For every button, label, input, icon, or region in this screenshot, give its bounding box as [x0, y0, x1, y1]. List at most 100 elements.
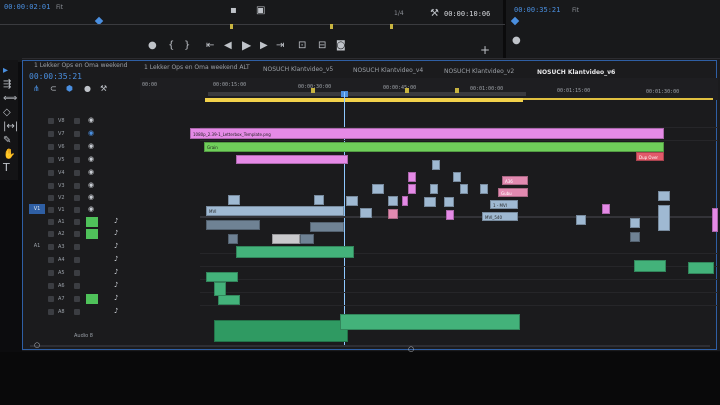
scroll-handle-left-icon[interactable]: ○: [34, 340, 40, 350]
mute-button-a2[interactable]: [86, 229, 98, 239]
track-lock-icon[interactable]: [48, 183, 54, 189]
clip-gubu[interactable]: Gubu: [498, 188, 528, 197]
nest-icon[interactable]: ⬢: [66, 84, 73, 94]
track-lock-icon[interactable]: [48, 207, 54, 213]
hand-icon[interactable]: ✋: [3, 150, 15, 160]
tab-sequence-5[interactable]: NOSUCH Klantvideo_v2: [444, 68, 514, 75]
mic-icon[interactable]: ♪: [114, 282, 118, 289]
mic-icon[interactable]: ♪: [114, 256, 118, 263]
track-lock-icon[interactable]: [48, 231, 54, 237]
sync-lock-icon[interactable]: [74, 144, 80, 150]
clip[interactable]: [630, 218, 640, 228]
mic-icon[interactable]: ♪: [114, 295, 118, 302]
clip-dup-overlay[interactable]: Dup Over: [636, 152, 664, 161]
track-lock-icon[interactable]: [48, 244, 54, 250]
timeline-settings-icon[interactable]: ⚒: [100, 84, 107, 94]
clip[interactable]: [453, 172, 461, 182]
export-frame-icon[interactable]: ▣: [256, 6, 265, 16]
audio-clip[interactable]: [630, 232, 640, 242]
sync-lock-icon[interactable]: [74, 219, 80, 225]
clip[interactable]: [576, 215, 586, 225]
track-lock-icon[interactable]: [48, 270, 54, 276]
tab-sequence-3[interactable]: NOSUCH Klantvideo_v5: [263, 66, 333, 73]
audio-clip[interactable]: [310, 222, 344, 232]
source-marker-icon[interactable]: ●: [512, 36, 521, 46]
track-lock-icon[interactable]: [48, 283, 54, 289]
go-to-out-icon[interactable]: ⇥: [276, 41, 284, 51]
mark-in-icon[interactable]: {: [168, 41, 174, 51]
mic-icon[interactable]: ♪: [114, 230, 118, 237]
audio-clip[interactable]: [206, 220, 260, 230]
track-select-icon[interactable]: ⇶: [3, 80, 11, 90]
audio-clip[interactable]: [272, 234, 300, 244]
sync-lock-icon[interactable]: [74, 170, 80, 176]
clip[interactable]: [402, 196, 408, 206]
clip[interactable]: [444, 197, 454, 207]
track-lock-icon[interactable]: [48, 118, 54, 124]
audio-clip[interactable]: [206, 272, 238, 282]
clip[interactable]: [480, 184, 488, 194]
mini-timeline[interactable]: [0, 24, 505, 25]
eye-icon[interactable]: ◉: [88, 156, 94, 163]
step-back-icon[interactable]: ◀: [224, 41, 232, 51]
add-marker-icon[interactable]: ●: [148, 41, 157, 51]
clip[interactable]: [408, 172, 416, 182]
sync-lock-icon[interactable]: [74, 283, 80, 289]
clip-grain[interactable]: Grain: [204, 142, 664, 152]
marker-add-icon[interactable]: ●: [84, 84, 91, 94]
timeline-timecode[interactable]: 00:00:35:21: [29, 72, 82, 81]
pen-icon[interactable]: ✎: [3, 136, 11, 146]
clip[interactable]: [430, 184, 438, 194]
slip-icon[interactable]: |↔|: [3, 122, 18, 132]
audio-clip[interactable]: [228, 234, 238, 244]
fit-dropdown[interactable]: Fit: [56, 4, 63, 11]
audio-clip[interactable]: [688, 262, 714, 274]
sync-lock-icon[interactable]: [74, 131, 80, 137]
add-button-icon[interactable]: +: [480, 44, 490, 56]
mic-icon[interactable]: ♪: [114, 243, 118, 250]
audio-clip-music[interactable]: [214, 320, 348, 342]
horizontal-scrollbar[interactable]: [30, 345, 710, 347]
mic-icon[interactable]: ♪: [114, 308, 118, 315]
track-lock-icon[interactable]: [48, 257, 54, 263]
clip-v1-main[interactable]: MVI: [206, 206, 344, 216]
clip[interactable]: [424, 197, 436, 207]
clip-letterbox[interactable]: 1080p_2.39-1_Letterbox_Template.png: [190, 128, 664, 139]
clip[interactable]: [432, 160, 440, 170]
clip[interactable]: [360, 208, 372, 218]
track-lock-icon[interactable]: [48, 157, 54, 163]
clip-pink[interactable]: [236, 155, 348, 164]
tab-sequence-2[interactable]: 1 Lekker Ops en Oma weekend ALT: [144, 64, 250, 71]
audio-clip[interactable]: [218, 295, 240, 305]
source-patch-a1[interactable]: A1: [29, 241, 45, 251]
selection-tool-icon[interactable]: ▸: [3, 66, 8, 76]
sync-lock-icon[interactable]: [74, 244, 80, 250]
eye-icon[interactable]: ◉: [88, 130, 94, 137]
source-fit-dropdown[interactable]: Fit: [572, 7, 579, 14]
mute-button-a1[interactable]: [86, 217, 98, 227]
track-lock-icon[interactable]: [48, 170, 54, 176]
track-lock-icon[interactable]: [48, 144, 54, 150]
clip[interactable]: [658, 205, 670, 231]
eye-icon[interactable]: ◉: [88, 206, 94, 213]
clip[interactable]: [446, 210, 454, 220]
sync-lock-icon[interactable]: [74, 183, 80, 189]
clip-mvi-b[interactable]: 1 - MVI: [490, 200, 518, 209]
sync-lock-icon[interactable]: [74, 270, 80, 276]
sync-lock-icon[interactable]: [74, 118, 80, 124]
step-forward-icon[interactable]: ▶: [260, 41, 268, 51]
mute-button-a7[interactable]: [86, 294, 98, 304]
work-area-bar[interactable]: [205, 98, 523, 102]
settings-icon[interactable]: ▪: [230, 6, 237, 16]
track-lock-icon[interactable]: [48, 219, 54, 225]
track-lock-icon[interactable]: [48, 309, 54, 315]
clip-a36[interactable]: A36: [502, 176, 528, 185]
snap-icon[interactable]: ⋔: [33, 84, 40, 94]
clip[interactable]: [388, 196, 398, 206]
sync-lock-icon[interactable]: [74, 257, 80, 263]
source-timecode[interactable]: 00:00:35:21: [514, 6, 560, 14]
sync-lock-icon[interactable]: [74, 309, 80, 315]
eye-icon[interactable]: ◉: [88, 117, 94, 124]
razor-icon[interactable]: ◇: [3, 108, 11, 118]
linked-selection-icon[interactable]: ⊂: [50, 84, 57, 94]
